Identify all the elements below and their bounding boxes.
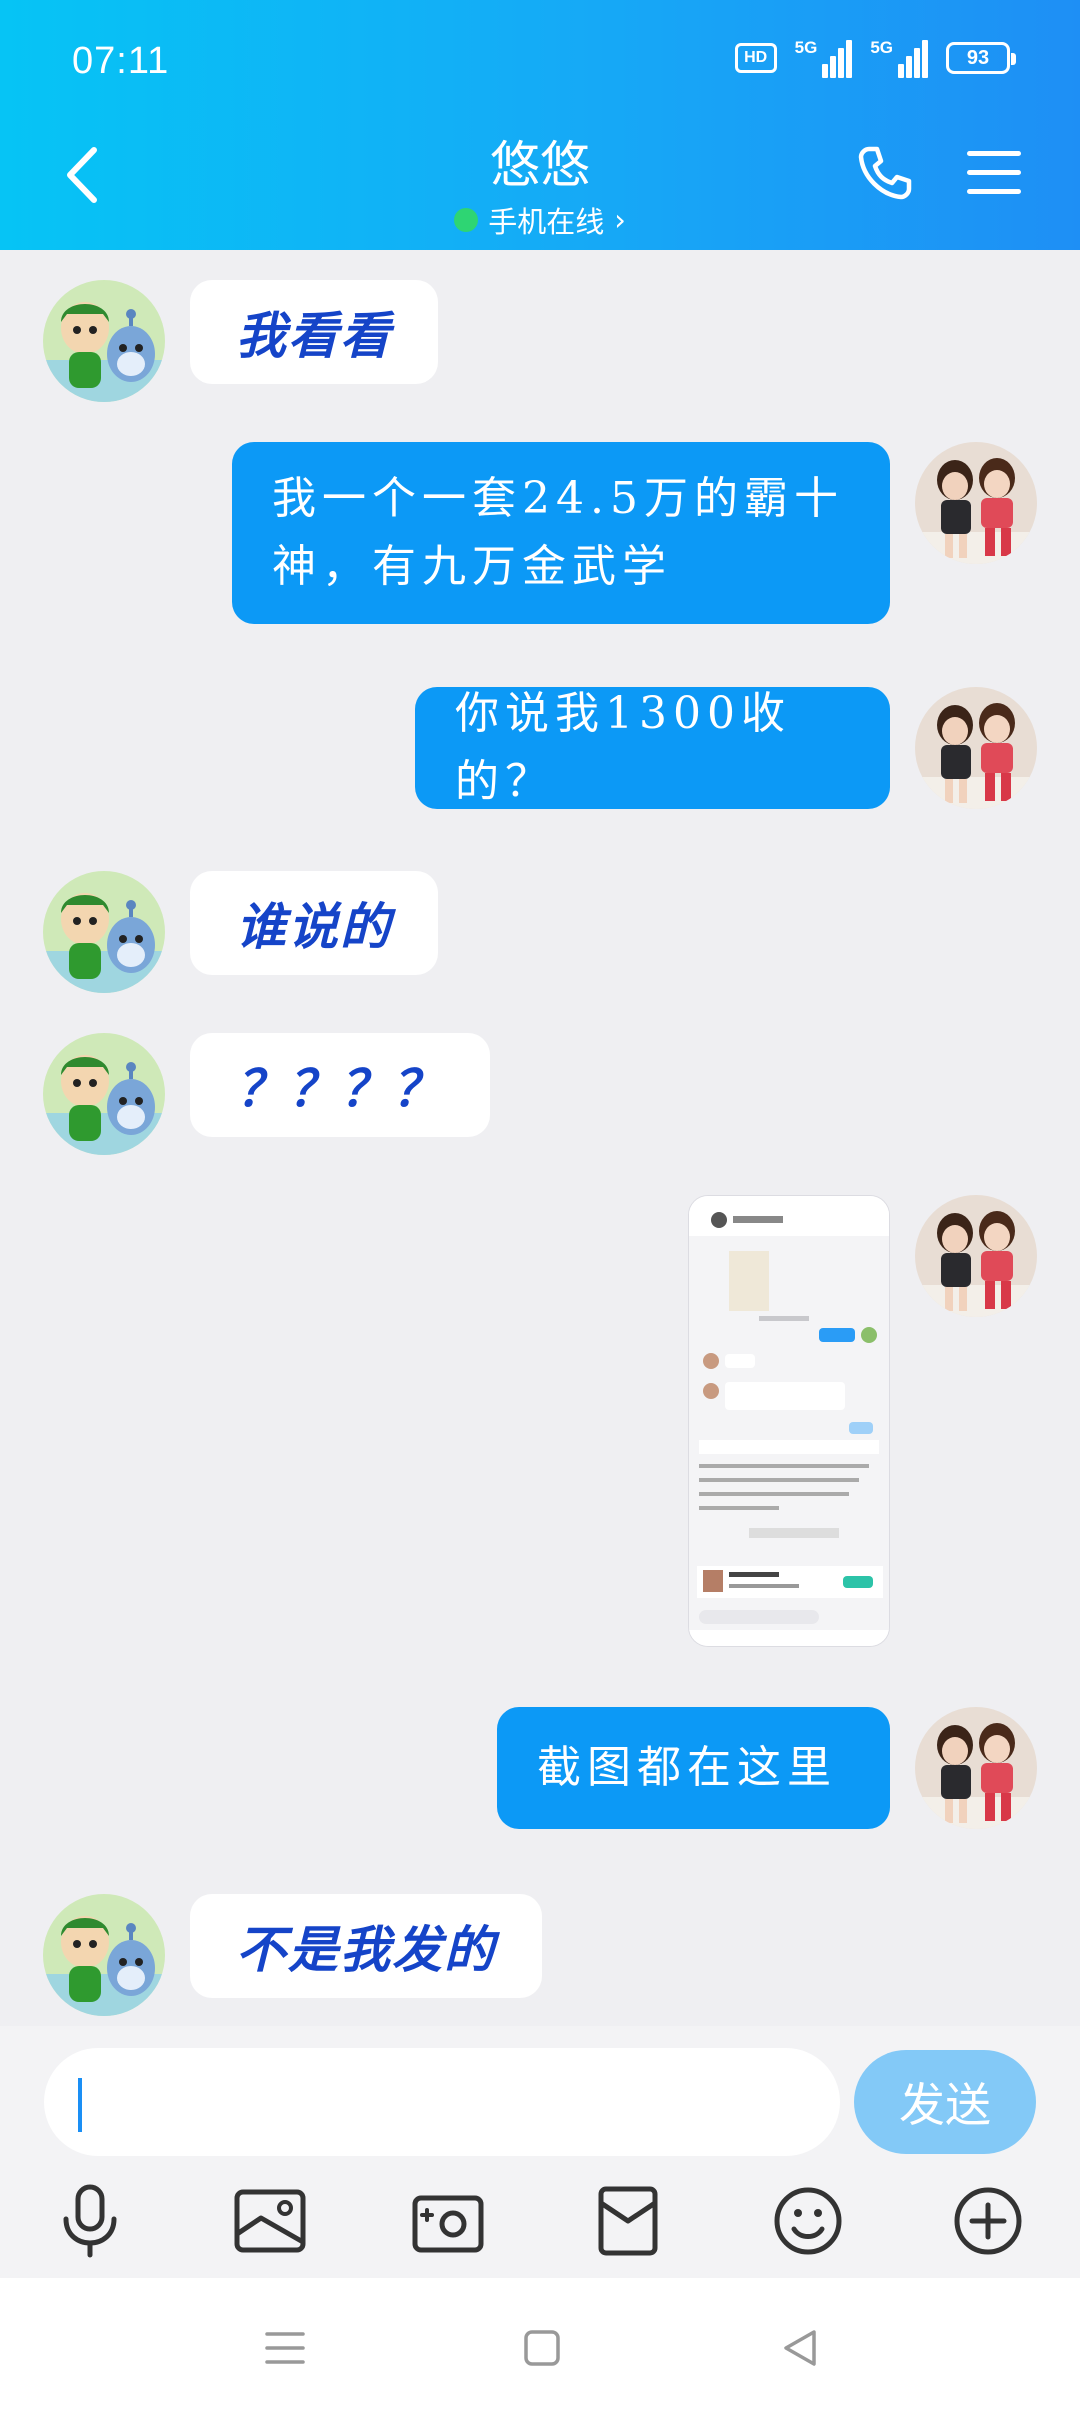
emoji-button[interactable] — [763, 2176, 853, 2266]
menu-button[interactable] — [965, 148, 1023, 198]
album-button[interactable] — [225, 2176, 315, 2266]
red-packet-button[interactable] — [583, 2176, 673, 2266]
system-back-button[interactable] — [770, 2318, 830, 2378]
image-icon — [234, 2189, 306, 2253]
signal-label: 5G — [870, 38, 893, 57]
my-avatar[interactable] — [915, 687, 1037, 809]
microphone-icon — [63, 2184, 117, 2258]
message-bubble-outgoing[interactable]: 截图都在这里 — [497, 1707, 890, 1829]
my-avatar-image — [915, 1195, 1037, 1317]
message-bubble-incoming[interactable]: 不是我发的 — [190, 1894, 542, 1998]
camera-icon — [412, 2195, 484, 2253]
message-input[interactable] — [44, 2048, 840, 2156]
my-avatar[interactable] — [915, 1707, 1037, 1829]
screenshot-image — [689, 1196, 889, 1646]
contact-avatar-image — [43, 871, 165, 993]
message-text: ？？？？ — [236, 1060, 444, 1118]
composer-toolbar — [0, 2176, 1080, 2276]
square-icon — [524, 2330, 560, 2366]
contact-avatar-image — [43, 280, 165, 402]
message-text: 谁说的 — [236, 898, 392, 956]
triangle-back-icon — [784, 2330, 816, 2366]
contact-avatar-image — [43, 1894, 165, 2016]
contact-avatar[interactable] — [43, 871, 165, 993]
message-bubble-incoming[interactable]: 谁说的 — [190, 871, 438, 975]
status-icons: HD 5G 5G 93 — [734, 38, 1016, 78]
voice-button[interactable] — [45, 2176, 135, 2266]
message-text: 你说我1300收的？ — [455, 688, 791, 807]
my-avatar-image — [915, 1707, 1037, 1829]
my-avatar-image — [915, 687, 1037, 809]
my-avatar-image — [915, 442, 1037, 564]
composer: 发送 — [0, 2026, 1080, 2278]
text-caret — [78, 2078, 82, 2132]
battery-icon: 93 — [946, 42, 1016, 74]
message-text: 截图都在这里 — [537, 1742, 837, 1793]
chevron-right-icon: › — [614, 203, 626, 237]
online-status-text: 手机在线 — [488, 205, 605, 239]
contact-avatar[interactable] — [43, 1033, 165, 1155]
contact-avatar[interactable] — [43, 1894, 165, 2016]
message-bubble-outgoing[interactable]: 你说我1300收的？ — [415, 687, 890, 809]
plus-icon — [954, 2187, 1022, 2255]
chat-header: 07:11 HD 5G 5G 93 悠悠 手机在线 › — [0, 0, 1080, 250]
send-button[interactable]: 发送 — [854, 2050, 1036, 2154]
call-button[interactable] — [855, 143, 915, 203]
title-block: 悠悠 手机在线 › — [0, 125, 1080, 241]
contact-avatar-image — [43, 1033, 165, 1155]
my-avatar[interactable] — [915, 442, 1037, 564]
clock: 07:11 — [72, 40, 170, 82]
my-avatar[interactable] — [915, 1195, 1037, 1317]
red-packet-icon — [598, 2186, 658, 2256]
system-navigation-bar — [0, 2278, 1080, 2414]
screenshot-thumbnail[interactable] — [688, 1195, 890, 1647]
menu-lines-icon — [265, 2332, 305, 2364]
message-bubble-outgoing[interactable]: 我一个一套24.5万的霸十神，有九万金武学 — [232, 442, 890, 624]
message-bubble-incoming[interactable]: ？？？？ — [190, 1033, 490, 1137]
home-button[interactable] — [512, 2318, 572, 2378]
contact-avatar[interactable] — [43, 280, 165, 402]
camera-button[interactable] — [403, 2176, 493, 2266]
signal-5g-icon: 5G — [795, 38, 853, 78]
message-bubble-incoming[interactable]: 我看看 — [190, 280, 438, 384]
status-bar: 07:11 HD 5G 5G 93 — [0, 0, 1080, 110]
signal-5g-icon: 5G — [870, 38, 928, 78]
contact-name[interactable]: 悠悠 — [0, 125, 1080, 197]
message-text: 我一个一套24.5万的霸十神，有九万金武学 — [272, 473, 844, 592]
message-text: 我看看 — [236, 307, 392, 365]
message-text: 不是我发的 — [236, 1921, 496, 1979]
phone-icon — [858, 146, 912, 200]
more-button[interactable] — [943, 2176, 1033, 2266]
hd-voice-icon: HD — [734, 43, 777, 73]
signal-label: 5G — [794, 38, 818, 57]
recent-apps-button[interactable] — [255, 2318, 315, 2378]
message-list[interactable]: 我看看 我一个一套24.5万的霸十神，有九万金武学 你说我1300收的？ 谁说的… — [0, 250, 1080, 2026]
online-dot-icon — [454, 208, 479, 232]
emoji-icon — [774, 2187, 842, 2255]
hamburger-menu-icon — [967, 151, 1021, 194]
online-status[interactable]: 手机在线 › — [454, 199, 626, 241]
